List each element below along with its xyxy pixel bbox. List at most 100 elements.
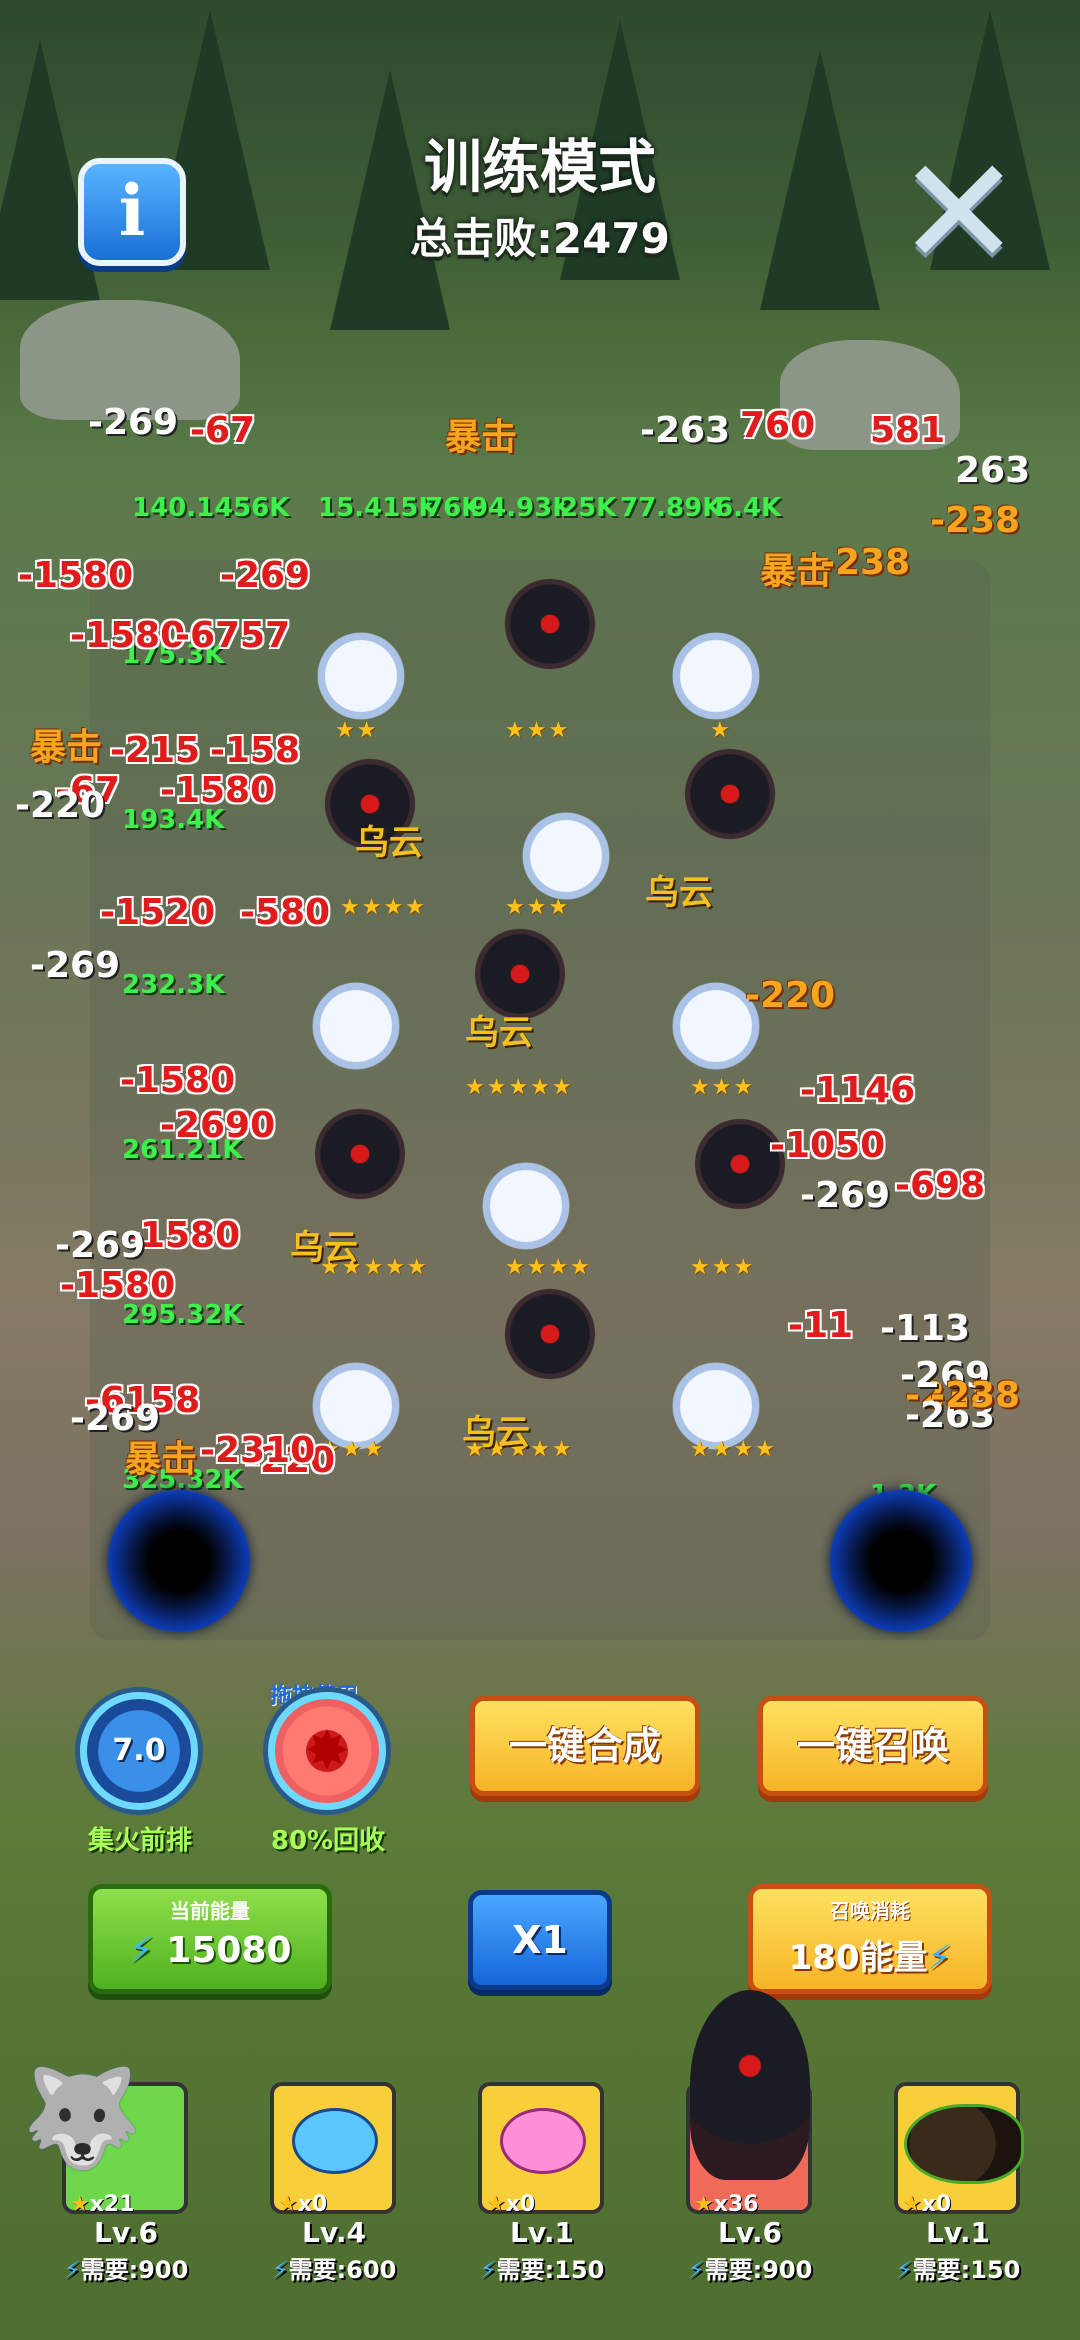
star-icon: ★ xyxy=(694,2192,714,2217)
star-icon: ★ xyxy=(70,2192,90,2217)
card-count: x0 xyxy=(297,2192,328,2217)
damage-number: -11 xyxy=(788,1305,854,1346)
card-level: Lv.6 xyxy=(718,2216,782,2249)
damage-number: -215 xyxy=(110,730,201,771)
damage-number: -698 xyxy=(895,1165,986,1206)
enemy-hp: 25K xyxy=(560,493,617,523)
info-icon: i xyxy=(118,169,146,252)
enemy-hp: 232.3K xyxy=(122,970,225,1000)
reaper-unit[interactable] xyxy=(670,740,790,860)
card-cost: 需要:150 xyxy=(496,2256,605,2284)
wolf-unit[interactable] xyxy=(460,1140,580,1260)
current-energy-panel: 当前能量 ⚡ 15080 xyxy=(88,1884,332,1994)
recycle-skill[interactable]: ✸ xyxy=(268,1692,386,1810)
unit-name-tag: 乌云 xyxy=(462,1413,530,1453)
crit-label: 暴击 xyxy=(30,727,103,768)
unit-stars: ★★★ xyxy=(505,718,571,743)
summon-cost-value: 180能量 xyxy=(788,1938,928,1978)
unit-name-tag: 乌云 xyxy=(355,823,423,863)
wolf-unit[interactable] xyxy=(290,960,410,1080)
damage-number: -269 xyxy=(30,945,121,986)
energy-bolt-icon: ⚡ xyxy=(479,2256,497,2284)
enemy-hp: 77.89K xyxy=(620,493,723,523)
damage-number: 581 xyxy=(870,410,946,451)
damage-number: -1050 xyxy=(770,1125,886,1166)
close-button[interactable]: ✕ xyxy=(896,138,1022,288)
card-level: Lv.1 xyxy=(926,2216,990,2249)
summon-cost-label: 召唤消耗 xyxy=(830,1899,910,1923)
energy-bolt-icon: ⚡ xyxy=(128,1930,154,1971)
damage-number: -269 xyxy=(800,1175,891,1216)
unit-stars: ★★★★ xyxy=(505,1255,592,1280)
damage-number: -1146 xyxy=(800,1070,916,1111)
damage-number: -263 xyxy=(640,410,731,451)
unit-card-wolf[interactable]: 🐺 ★x21 xyxy=(22,2062,188,2217)
damage-number: -1580 xyxy=(60,1265,176,1306)
summon-cost-panel: 召唤消耗 180能量⚡ xyxy=(748,1884,992,1994)
star-icon: ★ xyxy=(486,2192,506,2217)
wolf-unit[interactable] xyxy=(650,610,770,730)
recycle-label: 80%回收 xyxy=(270,1826,386,1856)
close-icon: ✕ xyxy=(896,126,1022,300)
damage-number: -113 xyxy=(880,1308,971,1349)
current-energy-value: 15080 xyxy=(166,1930,292,1971)
card-cost: 需要:600 xyxy=(288,2256,397,2284)
damage-number: -269 xyxy=(55,1225,146,1266)
energy-bolt-icon: ⚡ xyxy=(895,2256,913,2284)
unit-name-tag: 乌云 xyxy=(465,1013,533,1053)
card-level: Lv.1 xyxy=(510,2216,574,2249)
enemy-hp: 94.93K xyxy=(470,493,573,523)
merge-all-button[interactable]: 一键合成 xyxy=(470,1696,700,1796)
info-button[interactable]: i xyxy=(78,158,186,266)
card-cost: 需要:150 xyxy=(912,2256,1021,2284)
pink-slime-icon xyxy=(500,2108,586,2174)
card-count: x0 xyxy=(505,2192,536,2217)
card-level: Lv.6 xyxy=(94,2216,158,2249)
wolf-unit[interactable] xyxy=(500,790,620,910)
damage-number: -67 xyxy=(190,410,256,451)
energy-bolt-icon: ⚡ xyxy=(687,2256,705,2284)
reaper-unit[interactable] xyxy=(300,1100,420,1220)
damage-number: -269 xyxy=(220,555,311,596)
wolf-unit[interactable] xyxy=(295,610,415,730)
unit-stars: ★★★★ xyxy=(690,1437,777,1462)
energy-bolt-icon: ⚡ xyxy=(271,2256,289,2284)
damage-number: -238 xyxy=(820,542,911,583)
summon-all-button[interactable]: 一键召唤 xyxy=(758,1696,988,1796)
damage-number: -6757 xyxy=(175,615,291,656)
focus-fire-cooldown: 7.0 xyxy=(112,1733,166,1768)
blue-slime-icon xyxy=(292,2108,378,2174)
card-cost: 需要:900 xyxy=(704,2256,813,2284)
unit-card-pink-slime[interactable]: ★x0 xyxy=(478,2082,604,2217)
speed-button[interactable]: X1 xyxy=(468,1890,612,1990)
damage-number: -1580 xyxy=(18,555,134,596)
damage-number: -220 xyxy=(745,975,836,1016)
focus-fire-label: 集火前排 xyxy=(87,1826,192,1856)
unit-card-blue-slime[interactable]: ★x0 xyxy=(270,2082,396,2217)
unit-card-boar[interactable]: ★x0 xyxy=(894,2082,1024,2217)
unit-stars: ★★ xyxy=(335,718,379,743)
enemy-hp: 6.4K xyxy=(715,493,782,523)
damage-number: 760 xyxy=(740,405,816,446)
unit-card-reaper[interactable]: ★x36 xyxy=(686,1990,812,2217)
reaper-unit[interactable] xyxy=(490,1280,610,1400)
damage-number: -580 xyxy=(240,892,331,933)
unit-stars: ★ xyxy=(710,718,732,743)
star-icon: ★ xyxy=(278,2192,298,2217)
card-cost: 需要:900 xyxy=(80,2256,189,2284)
damage-number: -2690 xyxy=(160,1105,276,1146)
damage-number: 263 xyxy=(955,450,1031,491)
focus-fire-skill[interactable]: 7.0 xyxy=(80,1692,198,1810)
enemy-hp: 456K xyxy=(215,493,290,523)
crit-label: 暴击 xyxy=(125,1439,198,1480)
card-count: x21 xyxy=(89,2192,135,2217)
card-count: x36 xyxy=(713,2192,759,2217)
reaper-unit[interactable] xyxy=(490,570,610,690)
energy-bolt-icon: ⚡ xyxy=(63,2256,81,2284)
crit-label: 暴击 xyxy=(445,417,518,458)
unit-stars: ★★★★ xyxy=(340,895,427,920)
unit-stars: ★★★ xyxy=(505,895,571,920)
damage-number: -1580 xyxy=(160,770,276,811)
damage-number: -269 xyxy=(88,402,179,443)
left-portal xyxy=(108,1490,250,1632)
